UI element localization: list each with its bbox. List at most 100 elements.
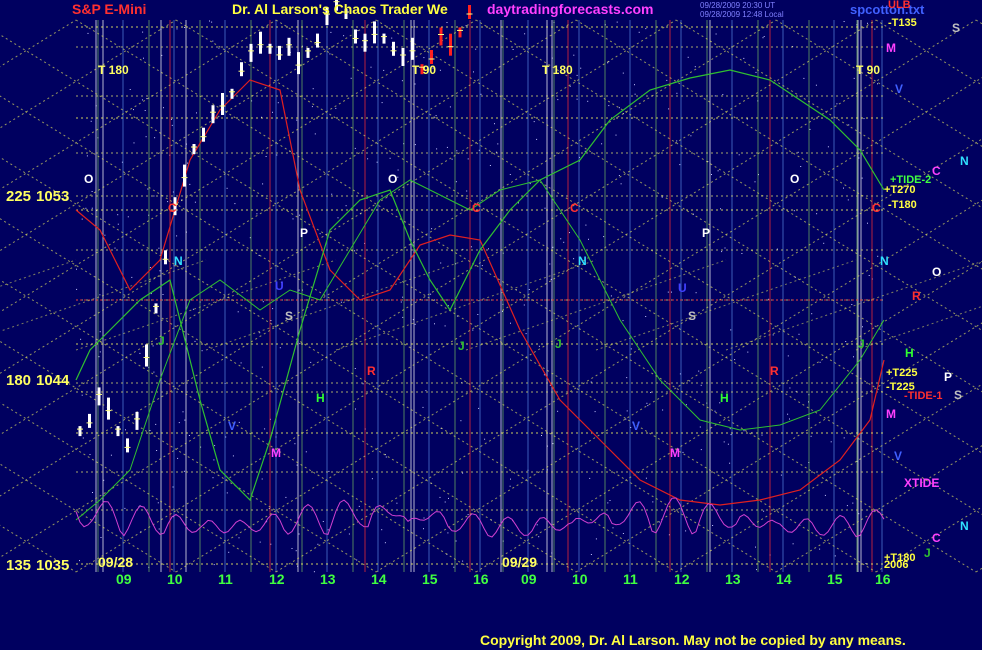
star-dot	[153, 371, 155, 373]
star-dot	[667, 291, 669, 293]
star-dot	[162, 294, 164, 295]
star-dot	[317, 543, 319, 545]
star-dot	[536, 524, 538, 526]
hour-label: 12	[269, 571, 285, 587]
star-dot	[446, 22, 448, 23]
star-dot	[557, 99, 559, 101]
star-dot	[343, 35, 345, 37]
star-dot	[763, 36, 765, 37]
star-dot	[354, 147, 356, 149]
star-dot	[354, 368, 356, 369]
planet-letter-right: J	[924, 546, 931, 560]
star-dot	[462, 560, 464, 562]
star-dot	[451, 158, 453, 160]
star-dot	[299, 343, 301, 345]
star-dot	[819, 361, 821, 363]
star-dot	[226, 492, 228, 494]
hour-label: 11	[218, 571, 233, 587]
star-dot	[792, 543, 794, 545]
star-dot	[538, 536, 540, 538]
star-dot	[698, 370, 700, 372]
star-dot	[314, 133, 316, 135]
star-dot	[312, 88, 314, 90]
star-dot	[853, 77, 855, 79]
planet-letter-right: S	[952, 21, 960, 35]
star-dot	[90, 120, 92, 122]
star-dot	[509, 485, 511, 487]
star-dot	[687, 56, 689, 58]
star-dot	[700, 384, 702, 386]
star-dot	[114, 247, 116, 249]
star-dot	[646, 402, 648, 404]
star-dot	[587, 100, 589, 102]
star-dot	[626, 377, 628, 379]
star-dot	[214, 445, 216, 447]
star-dot	[294, 443, 296, 445]
star-dot	[440, 262, 442, 264]
star-dot	[264, 428, 266, 430]
star-dot	[590, 381, 592, 383]
star-dot	[676, 140, 678, 142]
star-dot	[815, 84, 817, 86]
star-dot	[182, 411, 184, 413]
planet-letter: U	[275, 279, 284, 293]
star-dot	[608, 105, 610, 107]
star-dot	[863, 118, 865, 120]
star-dot	[226, 187, 228, 189]
star-dot	[478, 407, 480, 409]
star-dot	[435, 115, 437, 117]
star-dot	[560, 238, 562, 240]
star-dot	[402, 296, 404, 298]
planet-letter: M	[271, 446, 281, 460]
star-dot	[261, 366, 263, 368]
star-dot	[811, 313, 813, 315]
star-dot	[730, 434, 732, 436]
website-label[interactable]: daytradingforecasts.com	[487, 1, 654, 17]
star-dot	[124, 507, 126, 509]
star-dot	[447, 532, 449, 534]
star-dot	[717, 170, 719, 172]
star-dot	[431, 228, 433, 230]
star-dot	[525, 333, 527, 335]
star-dot	[211, 21, 213, 23]
star-dot	[328, 470, 330, 472]
planet-letter: N	[174, 254, 183, 268]
star-dot	[603, 236, 605, 238]
star-dot	[877, 255, 879, 257]
star-dot	[209, 20, 210, 22]
star-dot	[256, 213, 258, 215]
star-dot	[376, 161, 378, 163]
star-dot	[414, 323, 416, 325]
star-dot	[512, 49, 514, 50]
star-dot	[131, 276, 133, 278]
star-dot	[652, 501, 654, 503]
label-t180: -T180	[888, 199, 917, 211]
star-dot	[259, 541, 261, 543]
star-dot	[472, 329, 474, 331]
star-dot	[262, 183, 264, 185]
planet-letter: V	[632, 419, 640, 433]
y-tick-price-1035: 1035	[36, 557, 69, 574]
hour-label: 10	[167, 571, 183, 587]
star-dot	[700, 449, 702, 451]
planet-letter: R	[367, 364, 376, 378]
planet-letter-right: V	[894, 449, 902, 463]
star-dot	[494, 123, 495, 125]
star-dot	[322, 521, 324, 522]
star-dot	[489, 165, 491, 166]
star-dot	[272, 111, 273, 113]
star-dot	[455, 181, 457, 183]
star-dot	[761, 434, 763, 436]
star-dot	[809, 128, 811, 130]
star-dot	[296, 464, 298, 466]
star-dot	[337, 217, 339, 219]
timing-label: T 90	[856, 63, 880, 77]
star-dot	[763, 510, 765, 512]
star-dot	[82, 437, 84, 439]
hour-label: 14	[776, 571, 792, 587]
planet-letter: O	[790, 172, 799, 186]
star-dot	[549, 384, 551, 386]
star-dot	[743, 57, 745, 59]
star-dot	[615, 134, 617, 136]
star-dot	[789, 418, 790, 420]
